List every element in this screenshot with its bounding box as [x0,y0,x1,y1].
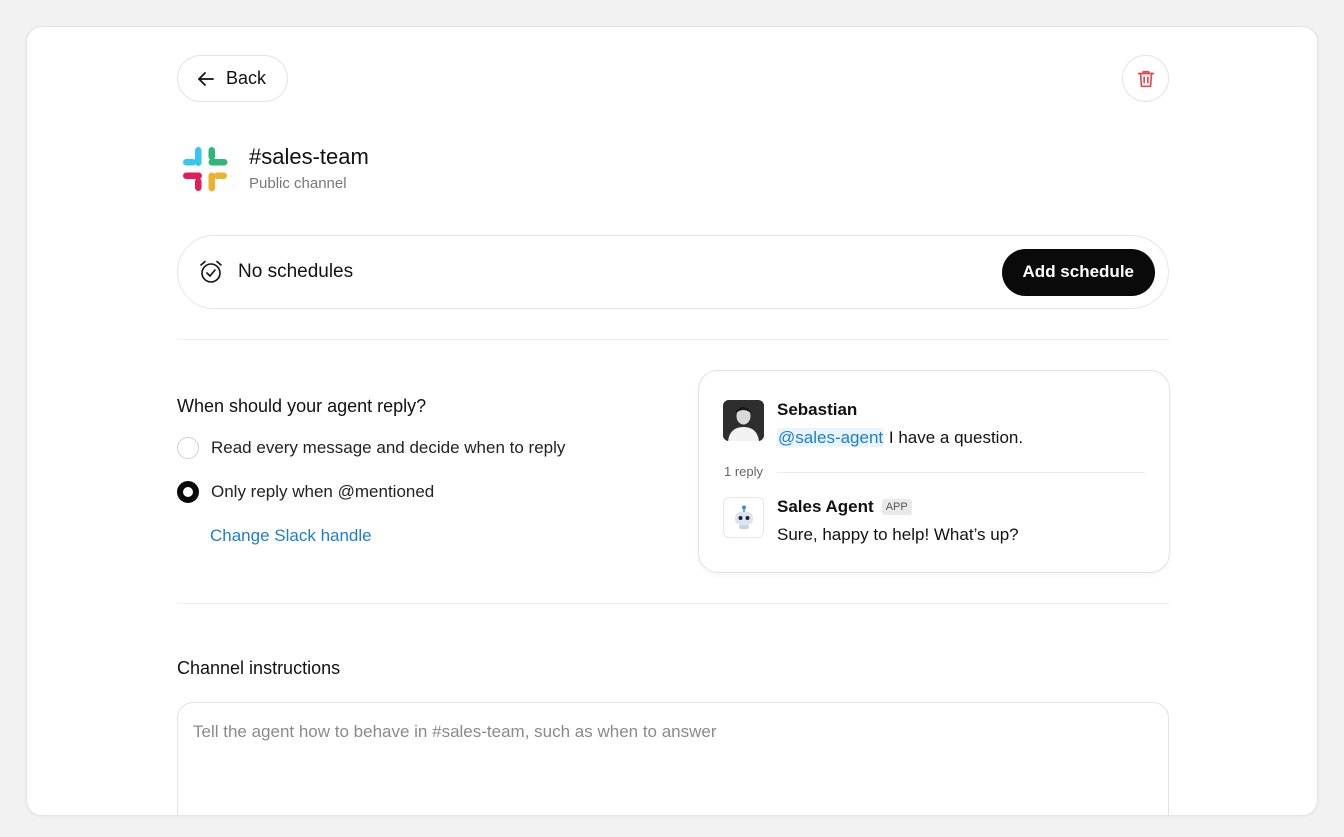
channel-info: #sales-team Public channel [249,143,369,192]
instructions-textarea[interactable] [177,702,1169,815]
content: Back #sales-team Public channel No sched… [177,27,1170,815]
delete-button[interactable] [1122,55,1169,102]
divider [177,339,1169,340]
change-slack-handle-link[interactable]: Change Slack handle [210,526,372,546]
reply-option-mentioned[interactable]: Only reply when @mentioned [177,481,434,503]
slack-message-preview: Sebastian @sales-agent I have a question… [698,370,1170,573]
user-name: Sebastian [777,400,858,419]
channel-header: #sales-team Public channel [181,143,369,193]
bot-name-row: Sales Agent APP [777,497,912,517]
schedule-bar: No schedules Add schedule [177,235,1169,309]
bot-message: Sure, happy to help! What’s up? [777,525,1019,544]
bot-avatar [723,497,764,538]
reply-option-label: Only reply when @mentioned [211,482,435,501]
channel-type: Public channel [249,175,347,192]
back-label: Back [226,68,267,88]
channel-settings-card: Back #sales-team Public channel No sched… [26,26,1318,816]
reply-count[interactable]: 1 reply [724,464,763,479]
channel-name: #sales-team [249,144,369,169]
reply-divider [777,472,1145,473]
alarm-clock-icon [200,260,222,283]
user-message: @sales-agent I have a question. [777,428,1023,448]
add-schedule-button[interactable]: Add schedule [1001,248,1155,296]
mention-link[interactable]: @sales-agent [777,428,885,447]
back-button[interactable]: Back [177,55,289,102]
radio-mentioned[interactable] [177,481,199,503]
bot-name: Sales Agent [777,497,874,516]
arrow-left-icon [198,71,214,86]
slack-logo-icon [183,147,228,192]
divider [177,603,1169,604]
avatar [723,400,764,441]
radio-every-message[interactable] [177,437,199,459]
robot-icon [734,505,753,529]
reply-option-label: Read every message and decide when to re… [211,438,566,457]
schedule-status: No schedules [238,261,354,282]
instructions-label: Channel instructions [177,658,341,678]
reply-option-every-message[interactable]: Read every message and decide when to re… [177,437,565,459]
trash-icon [1137,70,1154,87]
reply-question: When should your agent reply? [177,396,427,416]
user-message-text: I have a question. [884,428,1024,447]
app-badge: APP [881,499,912,515]
